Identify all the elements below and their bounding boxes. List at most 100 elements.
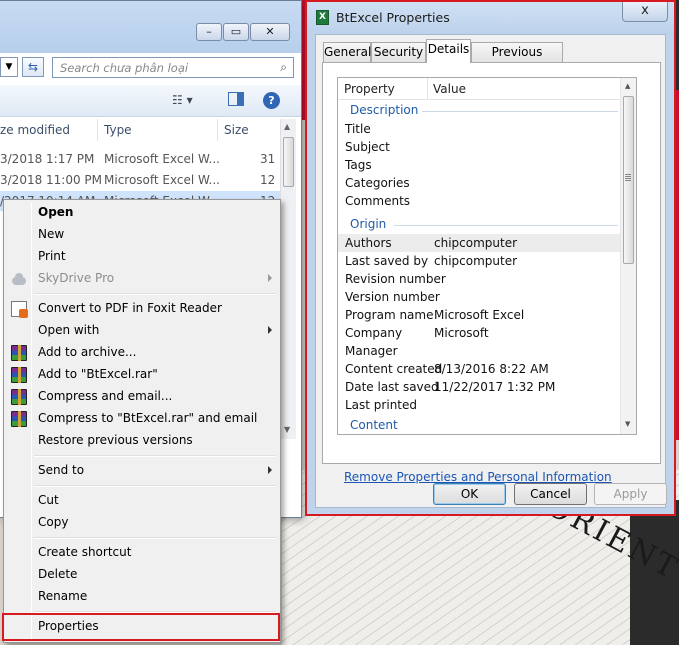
submenu-arrow-icon <box>268 466 272 474</box>
winrar-icon <box>11 367 27 383</box>
header-value[interactable]: Value <box>433 82 466 96</box>
property-row[interactable]: Last saved by chipcomputer <box>338 252 622 270</box>
preview-pane-icon[interactable] <box>228 92 244 106</box>
explorer-titlebar: – ▭ ✕ <box>0 1 301 53</box>
scroll-up-icon[interactable]: ▲ <box>625 82 630 90</box>
file-row[interactable]: 3/2018 1:17 PM Microsoft Excel W... 31 I <box>0 149 283 169</box>
header-property[interactable]: Property <box>344 82 395 96</box>
property-key: Subject <box>345 140 390 154</box>
menu-item-create-shortcut[interactable]: Create shortcut <box>6 542 278 564</box>
property-row[interactable]: Subject <box>338 138 622 156</box>
explorer-scrollbar[interactable]: ▲ ▼ <box>280 119 296 439</box>
apply-button[interactable]: Apply <box>594 483 667 505</box>
close-button[interactable]: ✕ <box>250 23 290 41</box>
property-key: Company <box>345 326 403 340</box>
menu-item-cut[interactable]: Cut <box>6 490 278 512</box>
menu-item-add-rar[interactable]: Add to "BtExcel.rar" <box>6 364 278 386</box>
winrar-icon <box>11 389 27 405</box>
property-row[interactable]: Program name Microsoft Excel <box>338 306 622 324</box>
menu-item-open[interactable]: Open <box>6 202 278 224</box>
property-row-selected[interactable]: Authors chipcomputer <box>338 234 622 252</box>
menu-item-label: SkyDrive Pro <box>38 271 115 285</box>
property-row[interactable]: Title <box>338 120 622 138</box>
property-key: Authors <box>345 236 392 250</box>
property-row[interactable]: Categories <box>338 174 622 192</box>
dialog-titlebar: X BtExcel Properties x <box>307 2 674 34</box>
dialog-body: General Security Details Previous Versio… <box>315 34 667 508</box>
menu-item-label: Send to <box>38 463 85 477</box>
property-key: Date last saved <box>345 380 439 394</box>
menu-item-rename[interactable]: Rename <box>6 586 278 608</box>
property-key: Program name <box>345 308 434 322</box>
refresh-icon[interactable]: ⇆ <box>22 57 44 77</box>
column-separator <box>97 119 98 141</box>
ok-button[interactable]: OK <box>433 483 506 505</box>
menu-item-restore-versions[interactable]: Restore previous versions <box>6 430 278 452</box>
menu-item-label: Print <box>38 249 66 263</box>
foxit-pdf-icon <box>11 301 28 318</box>
menu-item-label: Delete <box>38 567 78 581</box>
winrar-icon <box>11 345 27 361</box>
menu-item-compress-email[interactable]: Compress and email... <box>6 386 278 408</box>
property-value: Microsoft Excel <box>434 308 525 322</box>
address-dropdown-icon[interactable]: ▼ <box>0 57 18 77</box>
minimize-button[interactable]: – <box>196 23 222 41</box>
menu-separator <box>34 537 276 539</box>
tab-details[interactable]: Details <box>426 39 471 63</box>
dialog-close-button[interactable]: x <box>622 2 668 22</box>
scroll-thumb[interactable] <box>283 137 294 187</box>
menu-item-delete[interactable]: Delete <box>6 564 278 586</box>
file-date: 3/2018 1:17 PM <box>0 152 95 166</box>
scroll-up-icon[interactable]: ▲ <box>284 122 290 131</box>
menu-item-label: Compress and email... <box>38 389 173 403</box>
menu-item-compress-rar-email[interactable]: Compress to "BtExcel.rar" and email <box>6 408 278 430</box>
scroll-down-icon[interactable]: ▼ <box>284 425 290 434</box>
scroll-down-icon[interactable]: ▼ <box>625 420 630 428</box>
column-date-modified[interactable]: ze modified <box>0 123 70 137</box>
property-row[interactable]: Comments <box>338 192 622 210</box>
group-divider <box>422 111 618 112</box>
help-icon[interactable]: ? <box>263 92 280 109</box>
property-key: Tags <box>345 158 372 172</box>
menu-item-skydrive-pro[interactable]: SkyDrive Pro <box>6 268 278 290</box>
menu-item-convert-pdf[interactable]: Convert to PDF in Foxit Reader <box>6 298 278 320</box>
menu-separator <box>34 455 276 457</box>
remove-properties-link[interactable]: Remove Properties and Personal Informati… <box>344 470 612 484</box>
menu-item-label: Open with <box>38 323 100 337</box>
tab-general[interactable]: General <box>323 42 371 62</box>
property-row[interactable]: Date last saved 11/22/2017 1:32 PM <box>338 378 622 396</box>
menu-item-copy[interactable]: Copy <box>6 512 278 534</box>
group-divider <box>394 225 618 226</box>
menu-item-send-to[interactable]: Send to <box>6 460 278 482</box>
property-row[interactable]: Version number <box>338 288 622 306</box>
winrar-icon <box>11 411 27 427</box>
property-row[interactable]: Company Microsoft <box>338 324 622 342</box>
view-options-icon[interactable]: ☷ ▾ <box>172 93 193 107</box>
properties-highlight-box <box>2 613 280 641</box>
menu-item-label: Open <box>38 205 74 219</box>
property-row[interactable]: Content created 8/13/2016 8:22 AM <box>338 360 622 378</box>
property-row[interactable]: Manager <box>338 342 622 360</box>
property-row[interactable]: Revision number <box>338 270 622 288</box>
property-row[interactable]: Tags <box>338 156 622 174</box>
menu-item-new[interactable]: New <box>6 224 278 246</box>
property-value: 8/13/2016 8:22 AM <box>434 362 549 376</box>
tab-previous-versions[interactable]: Previous Versions <box>471 42 563 77</box>
cancel-button[interactable]: Cancel <box>514 483 587 505</box>
tab-security[interactable]: Security <box>371 42 426 62</box>
excel-file-icon: X <box>316 10 329 25</box>
menu-item-label: Copy <box>38 515 69 529</box>
property-row[interactable]: Last printed <box>338 396 622 414</box>
file-row[interactable]: 3/2018 11:00 PM Microsoft Excel W... 12 … <box>0 170 283 190</box>
menu-item-print[interactable]: Print <box>6 246 278 268</box>
property-key: Last printed <box>345 398 418 412</box>
menu-item-add-archive[interactable]: Add to archive... <box>6 342 278 364</box>
properties-scrollbar[interactable]: ▲ ▼ <box>620 78 636 434</box>
properties-list[interactable]: Property Value Description Title Subject… <box>337 77 637 435</box>
column-size[interactable]: Size <box>224 123 249 137</box>
maximize-button[interactable]: ▭ <box>223 23 249 41</box>
menu-item-open-with[interactable]: Open with <box>6 320 278 342</box>
group-origin: Origin <box>350 217 387 231</box>
column-type[interactable]: Type <box>104 123 132 137</box>
search-input[interactable]: Search chưa phân loại ⌕ <box>52 57 294 78</box>
